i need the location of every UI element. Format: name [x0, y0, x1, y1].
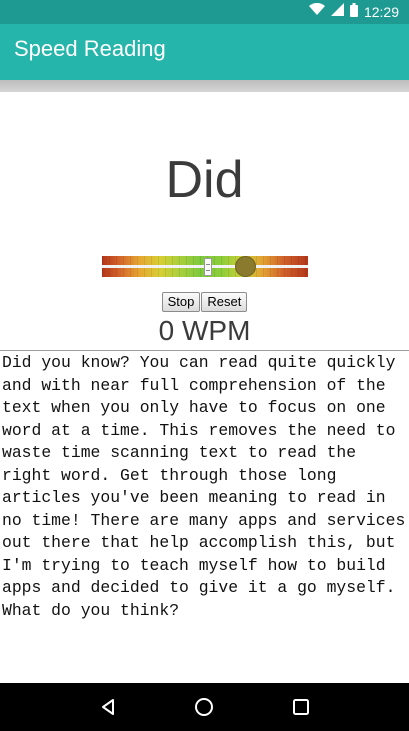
wpm-readout: 0 WPM [158, 315, 251, 346]
navigation-bar [0, 683, 409, 731]
reader-controls: Stop Reset [0, 292, 409, 312]
app-bar: Speed Reading [0, 24, 409, 80]
wifi-icon [308, 2, 325, 21]
recents-icon[interactable] [281, 687, 321, 727]
reading-text-area[interactable]: Did you know? You can read quite quickly… [2, 352, 407, 622]
home-icon[interactable] [184, 687, 224, 727]
app-title: Speed Reading [14, 36, 166, 61]
battery-icon [349, 2, 358, 22]
stop-button[interactable]: Stop [161, 292, 201, 312]
status-time: 12:29 [363, 4, 399, 20]
slider-knob[interactable] [235, 256, 256, 277]
status-bar: 12:29 [0, 0, 409, 24]
app-bar-shadow [0, 80, 409, 92]
signal-icon [330, 3, 344, 21]
status-icons: 12:29 [308, 0, 399, 24]
back-icon[interactable] [88, 687, 128, 727]
divider [0, 350, 409, 351]
speed-slider[interactable] [102, 256, 308, 277]
current-word: Did [165, 151, 244, 209]
slider-grip-handle[interactable] [204, 258, 212, 276]
reset-button[interactable]: Reset [201, 292, 248, 312]
